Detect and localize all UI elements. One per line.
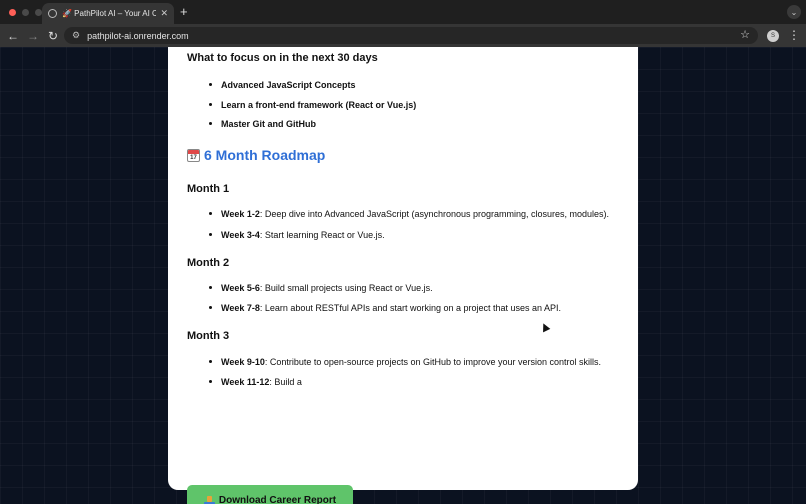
browser-tab[interactable]: 🚀 PathPilot AI – Your AI Care ✕	[42, 3, 174, 24]
site-info-icon[interactable]: ⚙	[72, 30, 80, 41]
close-tab-icon[interactable]: ✕	[160, 8, 168, 19]
reload-button[interactable]: ↻	[43, 29, 63, 43]
browser-toolbar: ← → ↻ ⚙ pathpilot-ai.onrender.com ☆ S ⋮	[0, 24, 806, 47]
new-tab-button[interactable]: +	[180, 4, 188, 19]
list-item: Week 1-2: Deep dive into Advanced JavaSc…	[208, 209, 610, 219]
download-report-button[interactable]: Download Career Report	[187, 485, 353, 504]
address-bar[interactable]: ⚙ pathpilot-ai.onrender.com ☆	[64, 27, 758, 44]
focus-heading: What to focus on in the next 30 days	[187, 52, 378, 64]
url-text[interactable]: pathpilot-ai.onrender.com	[87, 31, 189, 41]
back-button[interactable]: ←	[3, 29, 23, 43]
window-controls	[9, 8, 42, 16]
profile-avatar[interactable]: S	[767, 30, 779, 42]
globe-icon	[48, 9, 57, 18]
list-item: Week 9-10: Contribute to open-source pro…	[208, 357, 602, 367]
list-item: Advanced JavaScript Concepts	[209, 80, 356, 90]
close-window-button[interactable]	[9, 8, 16, 16]
month-2-title: Month 2	[187, 257, 230, 269]
list-item: Master Git and GitHub	[208, 119, 317, 129]
list-item: Week 11-12: Build a	[209, 377, 302, 387]
career-report-card: What to focus on in the next 30 days Adv…	[168, 47, 638, 504]
minimize-window-button[interactable]	[22, 8, 29, 16]
page-viewport: What to focus on in the next 30 days Adv…	[0, 47, 806, 504]
forward-button[interactable]: →	[23, 29, 43, 43]
bookmark-star-icon[interactable]: ☆	[740, 28, 750, 41]
list-item: Week 3-4: Start learning React or Vue.js…	[209, 230, 385, 240]
roadmap-title: 17 6 Month Roadmap	[187, 147, 325, 163]
tab-strip: 🚀 PathPilot AI – Your AI Care ✕ + ⌄	[0, 0, 806, 24]
browser-menu-icon[interactable]: ⋮	[788, 28, 800, 42]
tab-search-button[interactable]: ⌄	[787, 5, 801, 19]
calendar-icon: 17	[187, 148, 200, 162]
download-button-label: Download Career Report	[218, 495, 337, 504]
month-3-title: Month 3	[187, 330, 230, 342]
download-tray-icon	[203, 495, 215, 504]
tab-title: 🚀 PathPilot AI – Your AI Care	[62, 9, 157, 18]
list-item: Week 5-6: Build small projects using Rea…	[209, 283, 433, 293]
month-1-title: Month 1	[187, 183, 230, 195]
maximize-window-button[interactable]	[35, 8, 42, 16]
list-item: Week 7-8: Learn about RESTful APIs and s…	[208, 303, 562, 313]
list-item: Learn a front-end framework (React or Vu…	[208, 100, 417, 110]
